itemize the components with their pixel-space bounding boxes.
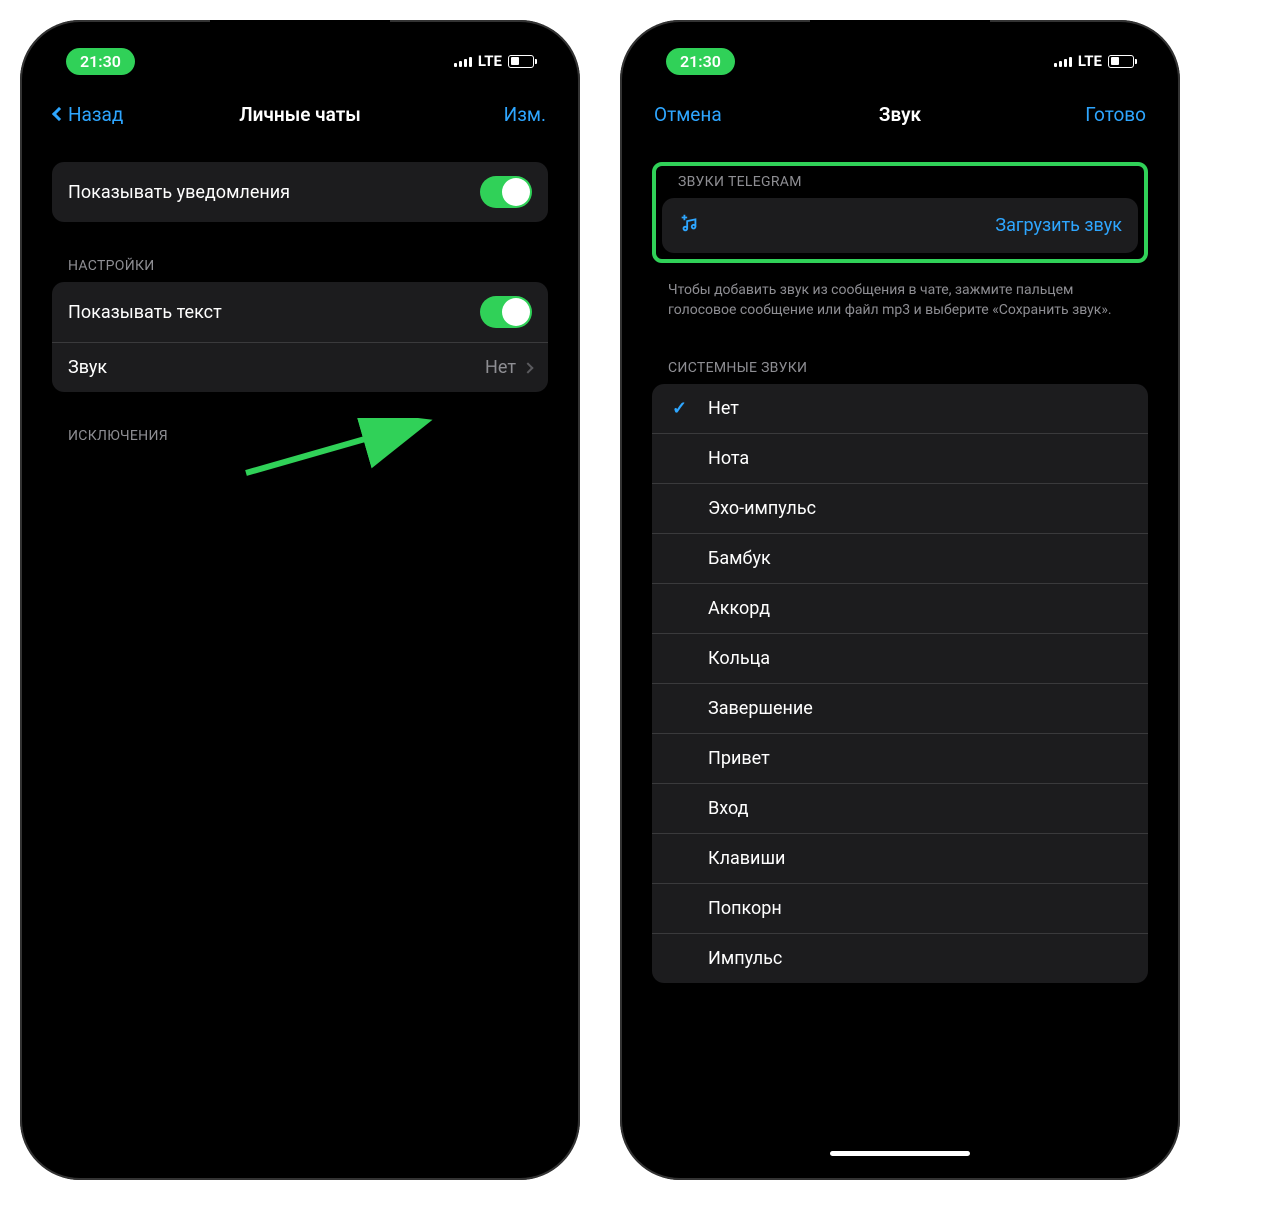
sound-option-label: Эхо-импульс (708, 498, 816, 519)
done-label: Готово (1085, 103, 1146, 126)
sound-option[interactable]: Нота (652, 434, 1148, 484)
home-indicator[interactable] (830, 1151, 970, 1156)
status-time: 21:30 (666, 48, 735, 75)
cancel-button[interactable]: Отмена (654, 103, 754, 126)
sound-option-label: Привет (708, 748, 770, 769)
sound-cell[interactable]: Звук Нет (52, 343, 548, 392)
upload-sound-cell[interactable]: Загрузить звук (662, 198, 1138, 253)
sound-option[interactable]: Вход (652, 784, 1148, 834)
sound-value: Нет (485, 357, 516, 378)
upload-hint: Чтобы добавить звук из сообщения в чате,… (652, 273, 1148, 328)
done-button[interactable]: Готово (1046, 103, 1146, 126)
sound-option-label: Клавиши (708, 848, 785, 869)
phone-left: 21:30 LTE Назад Личные чаты Изм. Показыв… (20, 20, 580, 1180)
sound-option-label: Завершение (708, 698, 813, 719)
chevron-left-icon (52, 107, 66, 121)
sound-option-label: Кольца (708, 648, 770, 669)
upload-sound-icon (678, 212, 700, 239)
status-right: LTE (454, 52, 534, 70)
sound-option-label: Аккорд (708, 598, 770, 619)
sound-option[interactable]: Кольца (652, 634, 1148, 684)
show-notifications-label: Показывать уведомления (68, 182, 480, 203)
telegram-sounds-header: ЗВУКИ TELEGRAM (662, 170, 1138, 198)
sound-label: Звук (68, 357, 485, 378)
nav-bar: Назад Личные чаты Изм. (36, 86, 564, 142)
network-label: LTE (1078, 52, 1102, 70)
sound-option[interactable]: ✓ Нет (652, 384, 1148, 434)
show-text-switch[interactable] (480, 296, 532, 328)
sound-option[interactable]: Клавиши (652, 834, 1148, 884)
system-sounds-header: СИСТЕМНЫЕ ЗВУКИ (652, 352, 1148, 384)
nav-title: Звук (879, 103, 921, 126)
sound-option-label: Попкорн (708, 898, 782, 919)
screen-left: 21:30 LTE Назад Личные чаты Изм. Показыв… (36, 36, 564, 1164)
signal-icon (454, 55, 472, 67)
battery-icon (1108, 55, 1134, 68)
nav-bar: Отмена Звук Готово (636, 86, 1164, 142)
phone-right: 21:30 LTE Отмена Звук Готово ЗВУКИ TELEG… (620, 20, 1180, 1180)
sound-option[interactable]: Попкорн (652, 884, 1148, 934)
sound-option[interactable]: Бамбук (652, 534, 1148, 584)
sound-option[interactable]: Импульс (652, 934, 1148, 983)
content-left: Показывать уведомления НАСТРОЙКИ Показыв… (36, 142, 564, 1164)
nav-title: Личные чаты (239, 103, 361, 126)
sound-option-label: Вход (708, 798, 748, 819)
upload-sound-label: Загрузить звук (995, 215, 1122, 236)
back-label: Назад (68, 103, 123, 126)
show-notifications-cell[interactable]: Показывать уведомления (52, 162, 548, 222)
content-right: ЗВУКИ TELEGRAM Загрузить звук (636, 142, 1164, 1164)
settings-header: НАСТРОЙКИ (52, 250, 548, 282)
telegram-sounds-group: Загрузить звук (662, 198, 1138, 253)
edit-button[interactable]: Изм. (446, 103, 546, 126)
notifications-group: Показывать уведомления (52, 162, 548, 222)
status-bar: 21:30 LTE (636, 36, 1164, 86)
show-notifications-switch[interactable] (480, 176, 532, 208)
exceptions-header: ИСКЛЮЧЕНИЯ (52, 420, 548, 452)
settings-group: Показывать текст Звук Нет (52, 282, 548, 392)
edit-label: Изм. (504, 103, 546, 126)
battery-icon (508, 55, 534, 68)
status-bar: 21:30 LTE (36, 36, 564, 86)
network-label: LTE (478, 52, 502, 70)
system-sounds-group: ✓ Нет Нота Эхо-импульс Бамбук Аккорд Кольца Зав… (652, 384, 1148, 983)
sound-option-label: Нота (708, 448, 749, 469)
sound-option[interactable]: Аккорд (652, 584, 1148, 634)
back-button[interactable]: Назад (54, 103, 154, 126)
chevron-right-icon (522, 362, 533, 373)
screen-right: 21:30 LTE Отмена Звук Готово ЗВУКИ TELEG… (636, 36, 1164, 1164)
sound-option-label: Нет (708, 398, 739, 419)
show-text-cell[interactable]: Показывать текст (52, 282, 548, 343)
sound-option[interactable]: Привет (652, 734, 1148, 784)
highlight-annotation: ЗВУКИ TELEGRAM Загрузить звук (652, 162, 1148, 263)
status-time: 21:30 (66, 48, 135, 75)
sound-option[interactable]: Эхо-импульс (652, 484, 1148, 534)
cancel-label: Отмена (654, 103, 722, 126)
show-text-label: Показывать текст (68, 302, 480, 323)
check-icon: ✓ (672, 398, 687, 419)
sound-option-label: Импульс (708, 948, 782, 969)
status-right: LTE (1054, 52, 1134, 70)
sound-option[interactable]: Завершение (652, 684, 1148, 734)
signal-icon (1054, 55, 1072, 67)
sound-option-label: Бамбук (708, 548, 771, 569)
